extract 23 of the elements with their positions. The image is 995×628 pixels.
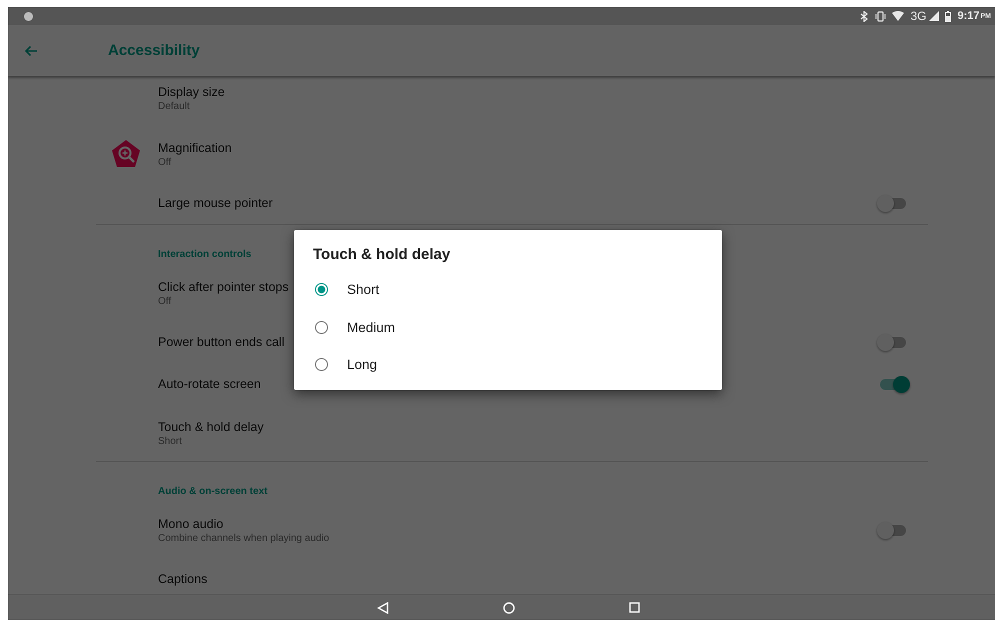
item-title: Power button ends call xyxy=(158,335,284,349)
item-summary: Default xyxy=(158,100,191,112)
item-title: Large mouse pointer xyxy=(158,196,273,210)
section-header: Audio & on-screen text xyxy=(158,486,268,497)
item-title: Auto-rotate screen xyxy=(158,377,261,391)
item-title: Display size xyxy=(158,84,225,98)
item-summary: Off xyxy=(158,296,172,306)
item-summary: Off xyxy=(158,156,172,168)
page-title: Accessibility xyxy=(108,42,200,59)
clock: 9:17 xyxy=(957,10,980,22)
item-title: Touch & hold delay xyxy=(158,420,264,434)
item-title: Mono audio xyxy=(158,516,224,530)
option-label: Long xyxy=(347,357,378,372)
item-summary: Short xyxy=(158,436,183,446)
network-type: 3G xyxy=(910,9,926,23)
option-label: Short xyxy=(347,282,380,298)
item-title: Click after pointer stops xyxy=(158,280,289,294)
dialog-title: Touch & hold delay xyxy=(313,246,452,264)
item-title: Captions xyxy=(158,572,208,586)
item-title: Magnification xyxy=(158,140,232,154)
option-label: Medium xyxy=(347,320,396,335)
item-summary: Combine channels when playing audio xyxy=(158,532,330,544)
section-header: Interaction controls xyxy=(158,249,252,260)
